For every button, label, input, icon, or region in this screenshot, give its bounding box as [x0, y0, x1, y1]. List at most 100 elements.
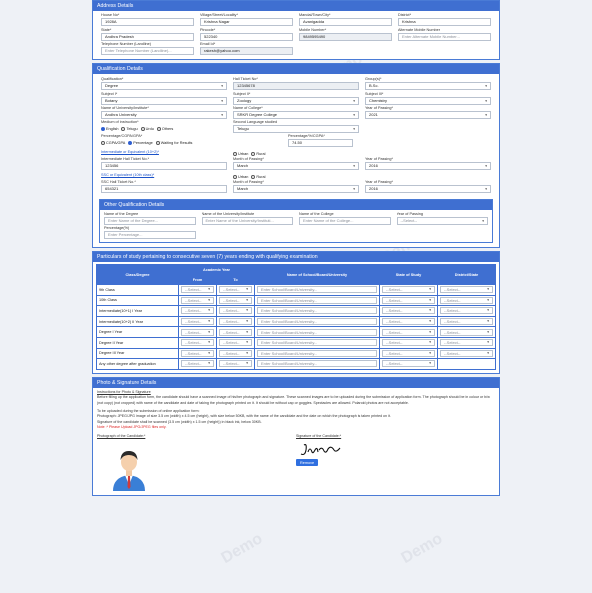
inter-month-select[interactable]: March ▾ [233, 162, 359, 170]
column-header: State of Study [379, 264, 438, 285]
to-year-select[interactable]: --Select-- ▾ [219, 296, 252, 304]
inter-year-select[interactable]: 2016 ▾ [365, 162, 491, 170]
district-select[interactable]: --Select-- ▾ [440, 328, 493, 336]
intermediate-link[interactable]: Intermediate or Equivalent (10+2)* [101, 150, 227, 155]
state-of-study-select[interactable]: --Select-- ▾ [382, 286, 435, 294]
mobile-number-input[interactable]: 9849595490 [299, 32, 392, 41]
to-year-select[interactable]: --Select-- ▾ [219, 286, 252, 294]
school-name-input[interactable]: Enter School/Board/University... [257, 349, 377, 357]
radio-option-percentage[interactable]: Percentage [128, 140, 153, 145]
school-name-input[interactable]: Enter School/Board/University... [257, 286, 377, 294]
ssc-year-select[interactable]: 2016 ▾ [365, 185, 491, 193]
radio-option-rural[interactable]: Rural [251, 174, 265, 179]
from-year-select[interactable]: --Select-- ▾ [181, 318, 214, 326]
other-percentage-input[interactable]: Enter Percentage... [104, 231, 196, 239]
ssc-month-select[interactable]: March ▾ [233, 185, 359, 193]
year-of-passing-select[interactable]: --Select-- ▾ [396, 217, 488, 225]
name-of-the-university-institute-input[interactable]: Enter Name of the University/Instituti..… [201, 217, 293, 225]
to-year-select[interactable]: --Select-- ▾ [219, 339, 252, 347]
district-select[interactable]: --Select-- ▾ [440, 307, 493, 315]
name-of-college-select[interactable]: SRKR Degree College ▾ [233, 111, 359, 119]
radio-option-cgpa-gpa[interactable]: CGPA/GPA [101, 140, 125, 145]
radio-icon[interactable] [233, 151, 237, 156]
radio-option-telugu[interactable]: Telugu [121, 126, 138, 131]
district-select[interactable]: --Select-- ▾ [440, 339, 493, 347]
state-of-study-select[interactable]: --Select-- ▾ [382, 349, 435, 357]
from-year-select[interactable]: --Select-- ▾ [181, 349, 214, 357]
to-year-select[interactable]: --Select-- ▾ [219, 307, 252, 315]
from-year-select[interactable]: --Select-- ▾ [181, 328, 214, 336]
district-select[interactable]: --Select-- ▾ [440, 318, 493, 326]
state-of-study-select[interactable]: --Select-- ▾ [382, 318, 435, 326]
inter-hallticket-input[interactable]: 123456 [101, 162, 227, 170]
radio-option-urban[interactable]: Urban [233, 151, 248, 156]
subject-ii-select[interactable]: Zoology ▾ [233, 96, 359, 105]
school-name-input[interactable]: Enter School/Board/University... [257, 339, 377, 347]
radio-icon[interactable] [101, 126, 105, 131]
radio-icon[interactable] [140, 126, 145, 131]
school-name-input[interactable]: Enter School/Board/University... [257, 318, 377, 326]
state-of-study-select[interactable]: --Select-- ▾ [382, 328, 435, 336]
email-id-input[interactable]: rakesh@yahoo.com [200, 47, 293, 55]
to-year-select[interactable]: --Select-- ▾ [219, 360, 252, 368]
mandal-town-city-input[interactable]: Avanigadda [299, 18, 392, 26]
district-input[interactable]: Krishna [398, 18, 491, 26]
alternate-mobile-number-input[interactable]: Enter Alternate Mobile Number... [398, 32, 491, 41]
state-of-study-select[interactable]: --Select-- ▾ [382, 296, 435, 304]
district-select[interactable]: --Select-- ▾ [440, 296, 493, 304]
state-input[interactable]: Andhra Pradesh [101, 32, 194, 41]
second-language-select[interactable]: Telugu ▾ [233, 125, 359, 133]
radio-option-urban[interactable]: Urban [233, 174, 248, 179]
qualification-select[interactable]: Degree ▾ [101, 82, 227, 90]
school-name-input[interactable]: Enter School/Board/University... [257, 307, 377, 315]
from-year-select[interactable]: --Select-- ▾ [181, 307, 214, 315]
to-year-select[interactable]: --Select-- ▾ [219, 349, 252, 357]
group-s-select[interactable]: B.Sc. ▾ [365, 82, 491, 90]
radio-icon[interactable] [251, 174, 256, 179]
chevron-down-icon: ▾ [485, 164, 487, 168]
school-name-input[interactable]: Enter School/Board/University... [257, 328, 377, 336]
radio-icon[interactable] [128, 140, 133, 145]
other-qualification-field: Name of the University/Institute Enter Na… [201, 212, 293, 225]
school-name-input[interactable]: Enter School/Board/University... [257, 296, 377, 304]
name-of-the-degree-input[interactable]: Enter Name of the Degree... [104, 217, 196, 225]
radio-option-rural[interactable]: Rural [251, 151, 265, 156]
radio-icon[interactable] [233, 174, 237, 179]
house-no-input[interactable]: 1928A [101, 18, 194, 26]
radio-option-urdu[interactable]: Urdu [140, 126, 154, 131]
subject-iii-select[interactable]: Chemistry ▾ [365, 96, 491, 105]
to-year-select[interactable]: --Select-- ▾ [219, 328, 252, 336]
radio-option-english[interactable]: English [101, 126, 118, 131]
ssc-link[interactable]: SSC or Equivalent (10th class)* [101, 173, 227, 178]
ssc-hallticket-input[interactable]: 654321 [101, 185, 227, 193]
state-of-study-select[interactable]: --Select-- ▾ [382, 307, 435, 315]
year-of-passing-select[interactable]: 2021 ▾ [365, 111, 491, 119]
chevron-down-icon: ▾ [208, 361, 210, 366]
district-select[interactable]: --Select-- ▾ [440, 349, 493, 357]
from-year-select[interactable]: --Select-- ▾ [181, 296, 214, 304]
radio-icon[interactable] [121, 126, 126, 131]
percentage-value-input[interactable]: 74.50 [288, 139, 353, 147]
radio-icon[interactable] [101, 140, 105, 145]
subject-i-select[interactable]: Botany ▾ [101, 96, 227, 105]
radio-icon[interactable] [155, 140, 160, 145]
district-select[interactable]: --Select-- ▾ [440, 286, 493, 294]
state-of-study-select[interactable]: --Select-- ▾ [382, 339, 435, 347]
from-year-select[interactable]: --Select-- ▾ [181, 339, 214, 347]
from-year-select[interactable]: --Select-- ▾ [181, 360, 214, 368]
name-of-university-institute-select[interactable]: Andhra University ▾ [101, 111, 227, 119]
pincode-input[interactable]: 522340 [200, 32, 293, 41]
hall-ticket-no-input[interactable]: 12345678 [233, 82, 359, 90]
from-year-select[interactable]: --Select-- ▾ [181, 286, 214, 294]
remove-signature-button[interactable]: Remove [296, 459, 319, 466]
telephone-number-landline-input[interactable]: Enter Telephone Number (Landline)... [101, 47, 194, 55]
radio-option-waiting-for-results[interactable]: Waiting for Results [155, 140, 192, 145]
state-of-study-select[interactable]: --Select-- ▾ [382, 360, 435, 368]
name-of-the-college-input[interactable]: Enter Name of the College... [299, 217, 391, 225]
school-name-input[interactable]: Enter School/Board/University... [257, 360, 377, 368]
radio-option-others[interactable]: Others [156, 126, 173, 131]
village-street-locality-input[interactable]: Krishna Nagar [200, 18, 293, 26]
to-year-select[interactable]: --Select-- ▾ [219, 318, 252, 326]
radio-icon[interactable] [156, 126, 161, 131]
radio-icon[interactable] [251, 151, 256, 156]
